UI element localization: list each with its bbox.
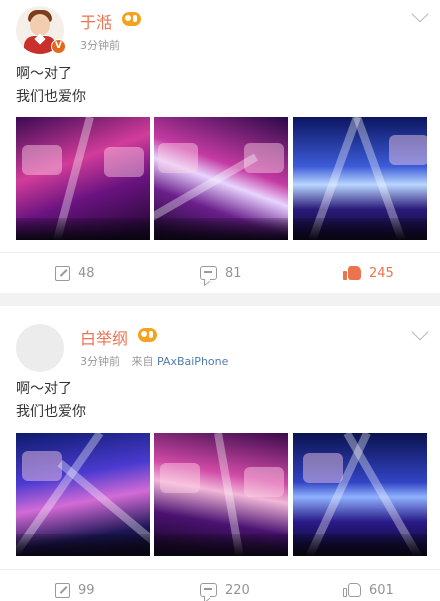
post-text-line: 啊～对了: [16, 66, 72, 82]
divider: [0, 252, 440, 253]
verified-badge-icon: V: [51, 39, 66, 54]
like-button[interactable]: 601: [343, 580, 394, 600]
post-time: 3分钟前: [80, 355, 120, 368]
chevron-down-icon[interactable]: [411, 5, 429, 23]
divider: [0, 569, 440, 570]
repost-count: 48: [78, 265, 95, 281]
like-count: 245: [369, 265, 394, 281]
post-card: 啊～对了 我们也爱你 99 220 601: [0, 306, 440, 601]
vip-badge-icon: [122, 12, 141, 26]
weibo-feed: V 于湉 3分钟前 啊～对了 我们也爱你 48 81 245 啊～对了 我们也爱…: [0, 0, 440, 601]
chevron-down-icon[interactable]: [411, 323, 429, 341]
comment-count: 81: [225, 265, 242, 281]
username[interactable]: 白举纲: [80, 325, 128, 349]
post-text-line: 我们也爱你: [16, 89, 86, 105]
post-meta: 3分钟前: [80, 37, 120, 53]
post-meta: 3分钟前 来自 PAxBaiPhone: [80, 353, 228, 369]
like-button[interactable]: 245: [343, 263, 394, 283]
avatar[interactable]: V: [16, 6, 66, 54]
post-image[interactable]: [16, 433, 150, 556]
repost-icon: [55, 265, 70, 281]
post-card: V 于湉 3分钟前 啊～对了 我们也爱你 48 81 245: [0, 0, 440, 293]
post-image[interactable]: [293, 433, 427, 556]
post-image[interactable]: [154, 433, 288, 556]
comment-icon: [200, 266, 217, 280]
post-image[interactable]: [154, 117, 288, 240]
like-icon: [343, 265, 361, 281]
comment-icon: [200, 583, 217, 597]
repost-icon: [55, 582, 70, 598]
repost-button[interactable]: 48: [55, 263, 95, 283]
source-prefix: 来自: [131, 355, 154, 368]
repost-count: 99: [78, 582, 95, 598]
source-link[interactable]: PAxBaiPhone: [157, 355, 228, 368]
vip-badge-icon: [138, 328, 157, 342]
like-count: 601: [369, 582, 394, 598]
comment-button[interactable]: 220: [200, 580, 250, 600]
post-text-line: 我们也爱你: [16, 404, 86, 420]
comment-button[interactable]: 81: [200, 263, 242, 283]
like-icon: [343, 582, 361, 598]
post-time: 3分钟前: [80, 39, 120, 52]
avatar[interactable]: [16, 324, 64, 372]
username[interactable]: 于湉: [80, 9, 112, 33]
post-text-line: 啊～对了: [16, 381, 72, 397]
comment-count: 220: [225, 582, 250, 598]
repost-button[interactable]: 99: [55, 580, 95, 600]
post-image[interactable]: [16, 117, 150, 240]
post-image[interactable]: [293, 117, 427, 240]
